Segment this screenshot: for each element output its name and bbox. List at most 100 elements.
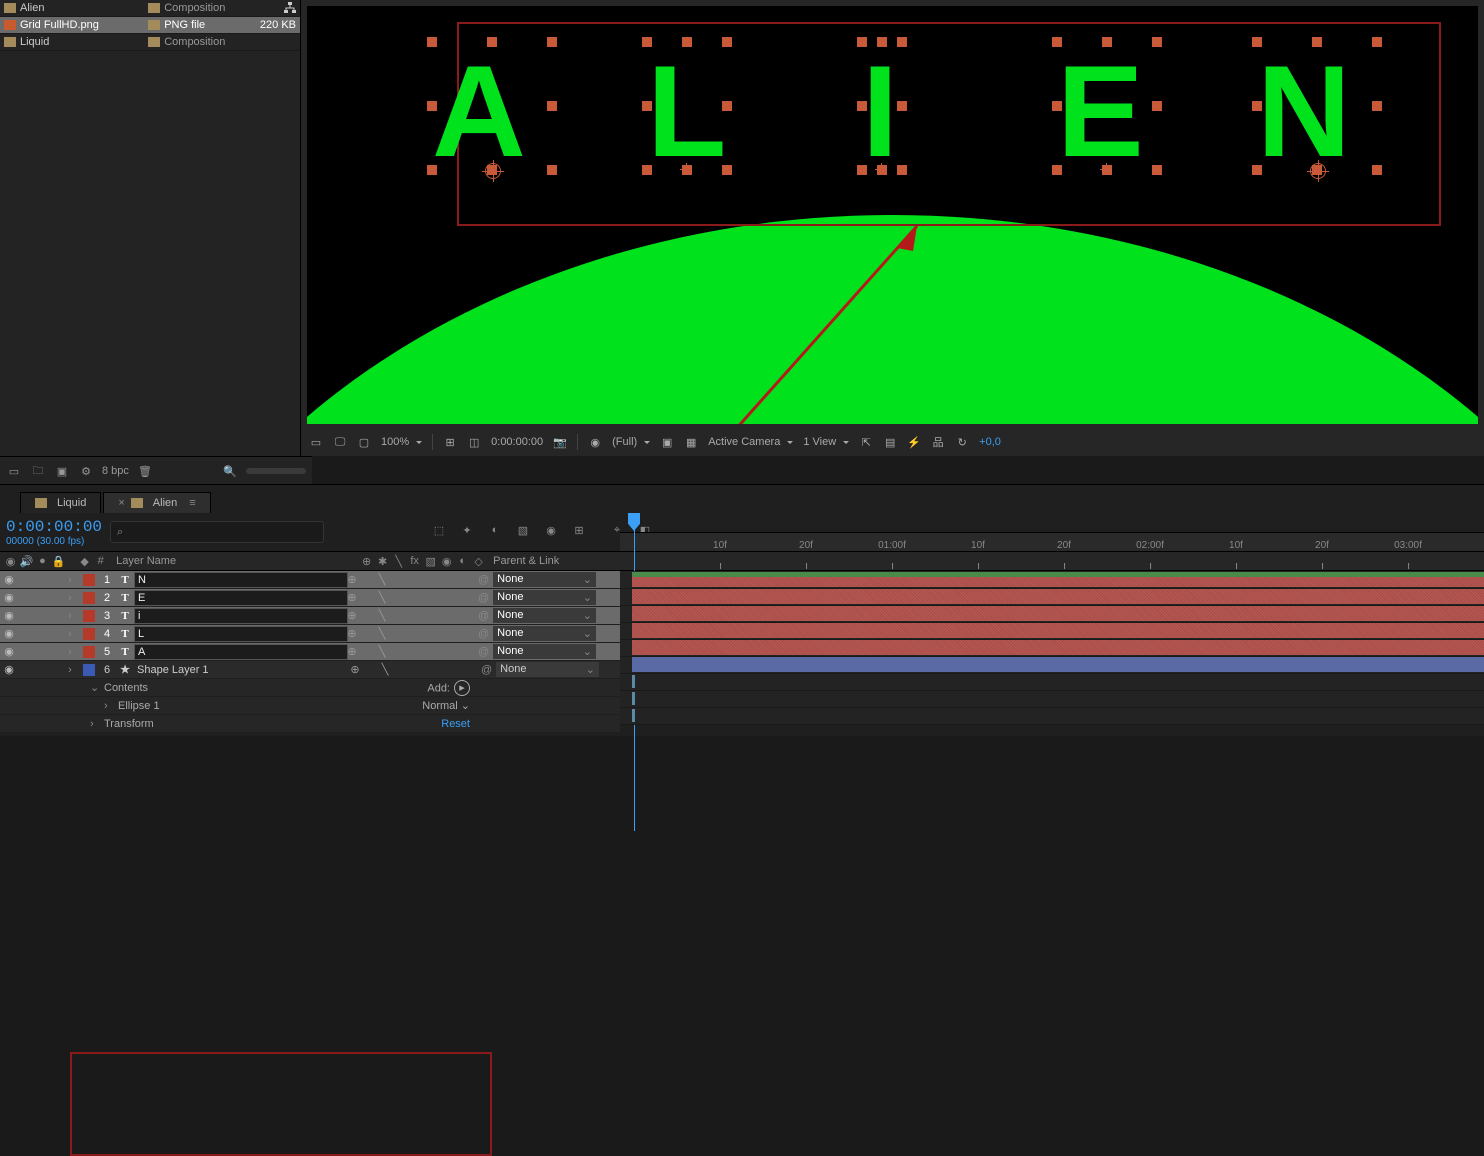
solo-col-icon[interactable]: ● xyxy=(36,555,49,568)
selection-handle[interactable] xyxy=(1372,101,1382,111)
layer-switches[interactable]: ⊕╲ xyxy=(340,645,466,658)
property-row[interactable]: ›TransformReset xyxy=(0,715,620,733)
anchor-point[interactable] xyxy=(485,163,501,179)
parent-dropdown[interactable]: None xyxy=(493,644,596,659)
selection-handle[interactable] xyxy=(427,165,437,175)
selection-handle[interactable] xyxy=(1052,101,1062,111)
number-col-icon[interactable]: # xyxy=(94,555,107,568)
timeline-search[interactable]: ⌕ xyxy=(110,521,324,543)
fx-col-icon[interactable]: fx xyxy=(408,555,421,568)
collapse-col-icon[interactable]: ✱ xyxy=(376,555,389,568)
selection-handle[interactable] xyxy=(547,37,557,47)
search-icon[interactable]: 🔍 xyxy=(222,464,238,478)
selection-handle[interactable] xyxy=(547,101,557,111)
project-item[interactable]: Grid FullHD.pngPNG file220 KB xyxy=(0,17,300,34)
keyframe-marker[interactable] xyxy=(632,675,635,688)
time-ruler[interactable]: 10f20f01:00f10f20f02:00f10f20f03:00f xyxy=(620,513,1484,551)
selection-handle[interactable] xyxy=(1372,37,1382,47)
selection-handle[interactable] xyxy=(857,165,867,175)
layer-name-input[interactable] xyxy=(134,644,348,660)
parent-link[interactable]: @ None xyxy=(472,572,596,587)
visibility-toggle[interactable]: ◉ xyxy=(0,627,18,640)
label-swatch[interactable] xyxy=(83,646,95,658)
add-icon[interactable]: ▸ xyxy=(454,680,470,696)
selection-handle[interactable] xyxy=(722,165,732,175)
comp-flowchart-icon[interactable]: ⬚ xyxy=(430,521,448,539)
twirl-icon[interactable]: › xyxy=(60,664,80,676)
parent-link[interactable]: @ None xyxy=(472,608,596,623)
timeline-tab[interactable]: ×Alien≡ xyxy=(103,492,210,513)
shy-col-icon[interactable]: ⊕ xyxy=(360,555,373,568)
selection-handle[interactable] xyxy=(682,37,692,47)
layer-switches[interactable]: ⊕╲ xyxy=(340,609,466,622)
parent-link[interactable]: @None xyxy=(472,626,596,641)
layer-switches[interactable]: ⊕╲ xyxy=(340,627,466,640)
layer-name-input[interactable] xyxy=(134,590,348,606)
layer-bar-row[interactable] xyxy=(620,656,1484,674)
selection-handle[interactable] xyxy=(1252,165,1262,175)
audio-col-icon[interactable]: 🔊 xyxy=(20,555,33,568)
selection-handle[interactable] xyxy=(1372,165,1382,175)
layer-name-col[interactable]: Layer Name xyxy=(116,555,176,567)
pixel-aspect-icon[interactable]: ▤ xyxy=(883,435,897,449)
layer-bar-row[interactable] xyxy=(620,571,1484,589)
snapshot-icon[interactable]: 📷 xyxy=(553,435,567,449)
selection-handle[interactable] xyxy=(642,37,652,47)
3d-col-icon[interactable]: ◇ xyxy=(472,555,485,568)
parent-dropdown[interactable]: None xyxy=(496,662,599,677)
selection-handle[interactable] xyxy=(1252,37,1262,47)
anchor-point[interactable] xyxy=(680,163,692,175)
visibility-toggle[interactable]: ◉ xyxy=(0,573,18,586)
selection-handle[interactable] xyxy=(857,37,867,47)
color-mgmt-icon[interactable]: ◉ xyxy=(588,435,602,449)
visibility-toggle[interactable]: ◉ xyxy=(0,591,18,604)
selection-handle[interactable] xyxy=(642,165,652,175)
fast-preview-icon[interactable]: ⚡ xyxy=(907,435,921,449)
anchor-point[interactable] xyxy=(1310,163,1326,179)
hide-shy-icon[interactable]: ◐ xyxy=(486,521,504,539)
mask-icon[interactable]: ▢ xyxy=(357,435,371,449)
flowchart-icon[interactable]: 品 xyxy=(931,435,945,449)
parent-dropdown[interactable]: None xyxy=(493,572,596,587)
bpc-toggle[interactable]: 8 bpc xyxy=(102,465,129,477)
project-item[interactable]: AlienComposition xyxy=(0,0,300,17)
new-folder-icon[interactable]: 🗀 xyxy=(30,464,46,478)
layer-switches[interactable]: ⊕╲ xyxy=(340,591,466,604)
region-icon[interactable]: ◫ xyxy=(467,435,481,449)
selection-handle[interactable] xyxy=(427,37,437,47)
label-swatch[interactable] xyxy=(83,628,95,640)
property-value[interactable]: Normal ⌄ xyxy=(422,699,470,712)
selection-handle[interactable] xyxy=(897,165,907,175)
layer-row[interactable]: ◉›1T⊕╲@None xyxy=(0,571,620,589)
zoom-dropdown[interactable]: 100% xyxy=(381,436,422,448)
parent-dropdown[interactable]: None xyxy=(493,608,596,623)
selection-handle[interactable] xyxy=(857,101,867,111)
selection-handle[interactable] xyxy=(1252,101,1262,111)
interpret-footage-icon[interactable]: ▭ xyxy=(6,464,22,478)
pickwhip-icon[interactable]: @ xyxy=(478,610,489,622)
parent-link[interactable]: @ None xyxy=(472,644,596,659)
twirl-icon[interactable]: › xyxy=(60,646,80,658)
monitor-icon[interactable]: 🖵 xyxy=(333,435,347,449)
close-icon[interactable]: × xyxy=(118,497,124,509)
layer-name-input[interactable] xyxy=(134,608,348,624)
frameblend-col-icon[interactable]: ▧ xyxy=(424,555,437,568)
pickwhip-icon[interactable]: @ xyxy=(478,574,489,586)
layer-duration-bar[interactable] xyxy=(632,606,1484,621)
work-area-bar[interactable] xyxy=(632,572,1484,577)
selection-handle[interactable] xyxy=(1102,37,1112,47)
layer-duration-bar[interactable] xyxy=(632,623,1484,638)
property-value[interactable]: Reset xyxy=(441,718,470,730)
visibility-toggle[interactable]: ◉ xyxy=(0,609,18,622)
twirl-icon[interactable]: › xyxy=(60,628,80,640)
timeline-search-input[interactable] xyxy=(127,525,317,539)
moblur-col-icon[interactable]: ◉ xyxy=(440,555,453,568)
flowchart-icon[interactable] xyxy=(284,2,296,14)
camera-dropdown[interactable]: Active Camera xyxy=(708,436,793,448)
selection-handle[interactable] xyxy=(487,37,497,47)
selection-handle[interactable] xyxy=(722,37,732,47)
layer-row[interactable]: ◉›6★Shape Layer 1⊕╲@None xyxy=(0,661,620,679)
resolution-icon[interactable]: ⊞ xyxy=(443,435,457,449)
pickwhip-icon[interactable]: @ xyxy=(478,646,489,658)
comp-preview[interactable]: ALIEN xyxy=(307,6,1478,424)
